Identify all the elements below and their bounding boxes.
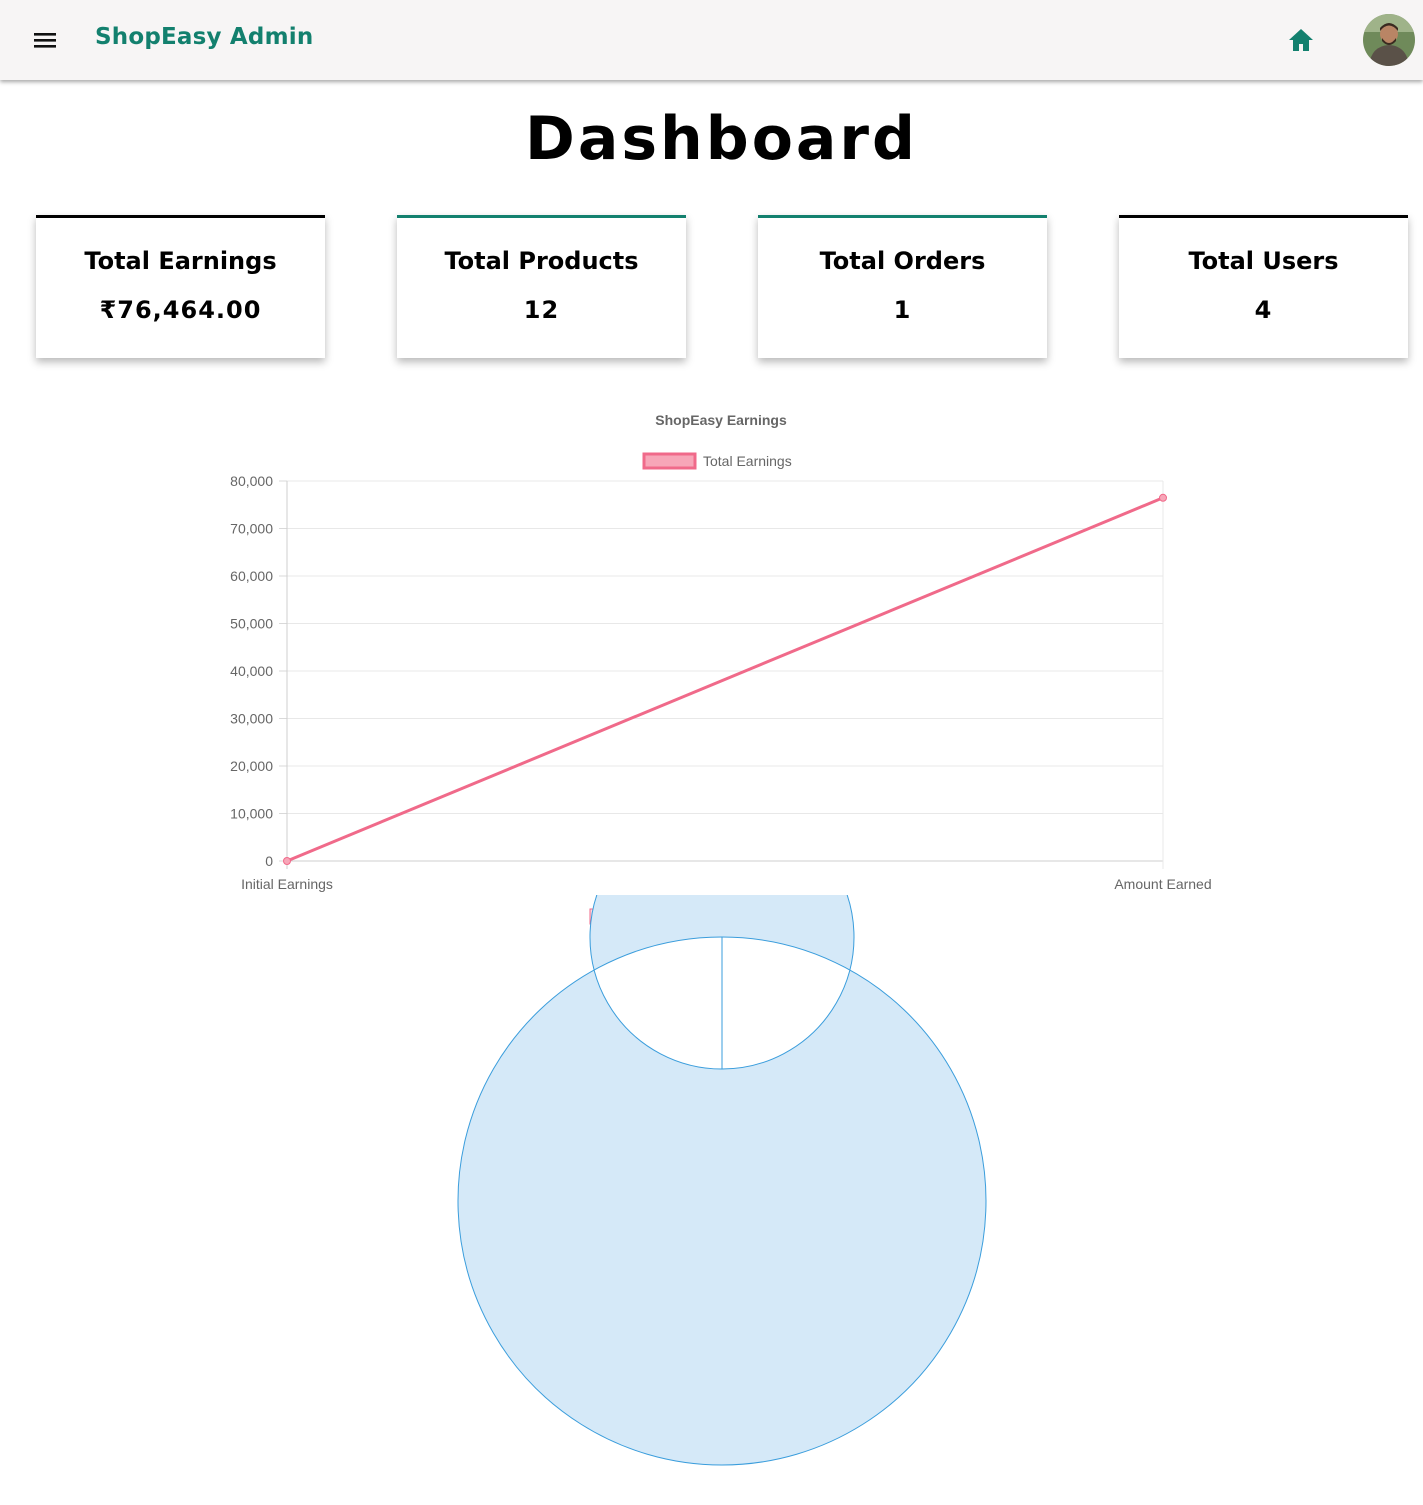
home-icon[interactable] <box>1286 26 1316 54</box>
y-tick-label: 40,000 <box>230 663 273 679</box>
y-tick-label: 10,000 <box>230 806 273 822</box>
y-tick-label: 80,000 <box>230 473 273 489</box>
total-users-card: Total Users 4 <box>1119 215 1408 358</box>
app-bar: ShopEasy Admin <box>0 0 1423 80</box>
legend-swatch <box>642 452 697 470</box>
chart-title: ShopEasy Earnings <box>655 412 787 428</box>
user-avatar[interactable] <box>1363 14 1415 66</box>
stock-doughnut-chart: Out of StockIn Stock <box>457 895 987 1466</box>
y-tick-label: 50,000 <box>230 616 273 632</box>
legend-label: Total Earnings <box>703 453 792 469</box>
page-title: Dashboard <box>525 104 918 174</box>
card-title: Total Orders <box>819 247 986 275</box>
card-value: ₹76,464.00 <box>99 296 262 324</box>
total-products-card: Total Products 12 <box>397 215 686 358</box>
app-brand-title[interactable]: ShopEasy Admin <box>95 24 313 50</box>
total-earnings-card: Total Earnings ₹76,464.00 <box>36 215 325 358</box>
card-value: 1 <box>893 296 912 324</box>
x-tick-label: Initial Earnings <box>241 876 333 892</box>
x-tick-label: Amount Earned <box>1114 876 1211 892</box>
card-value: 12 <box>523 296 560 324</box>
total-orders-card: Total Orders 1 <box>758 215 1047 358</box>
card-value: 4 <box>1254 296 1273 324</box>
y-tick-label: 20,000 <box>230 758 273 774</box>
y-tick-label: 60,000 <box>230 568 273 584</box>
earnings-line-chart: ShopEasy Earnings Total Earnings 0 10,000 20… <box>230 412 1211 892</box>
y-tick-label: 70,000 <box>230 521 273 537</box>
hamburger-menu-icon[interactable] <box>28 24 62 56</box>
data-point <box>283 857 291 865</box>
series-line <box>286 496 1164 863</box>
data-point <box>1159 493 1167 502</box>
card-title: Total Products <box>444 247 639 275</box>
y-tick-label: 30,000 <box>230 711 273 727</box>
card-title: Total Earnings <box>84 247 277 275</box>
card-title: Total Users <box>1188 247 1339 275</box>
y-tick-label: 0 <box>265 853 273 869</box>
